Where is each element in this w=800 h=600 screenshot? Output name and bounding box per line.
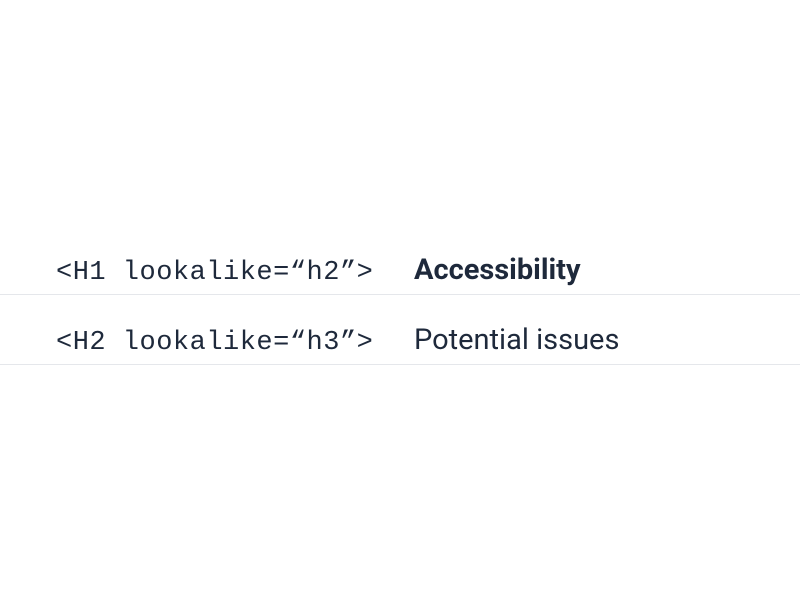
heading-text-h2: Potential issues [414,323,619,357]
code-label-h2: <H2 lookalike=“h3”> [56,328,414,358]
heading-examples: <H1 lookalike=“h2”> Accessibility <H2 lo… [0,253,800,365]
code-label-h1: <H1 lookalike=“h2”> [56,258,414,288]
heading-row-h1: <H1 lookalike=“h2”> Accessibility [0,253,800,295]
heading-text-h1: Accessibility [414,253,581,287]
heading-row-h2: <H2 lookalike=“h3”> Potential issues [0,323,800,365]
